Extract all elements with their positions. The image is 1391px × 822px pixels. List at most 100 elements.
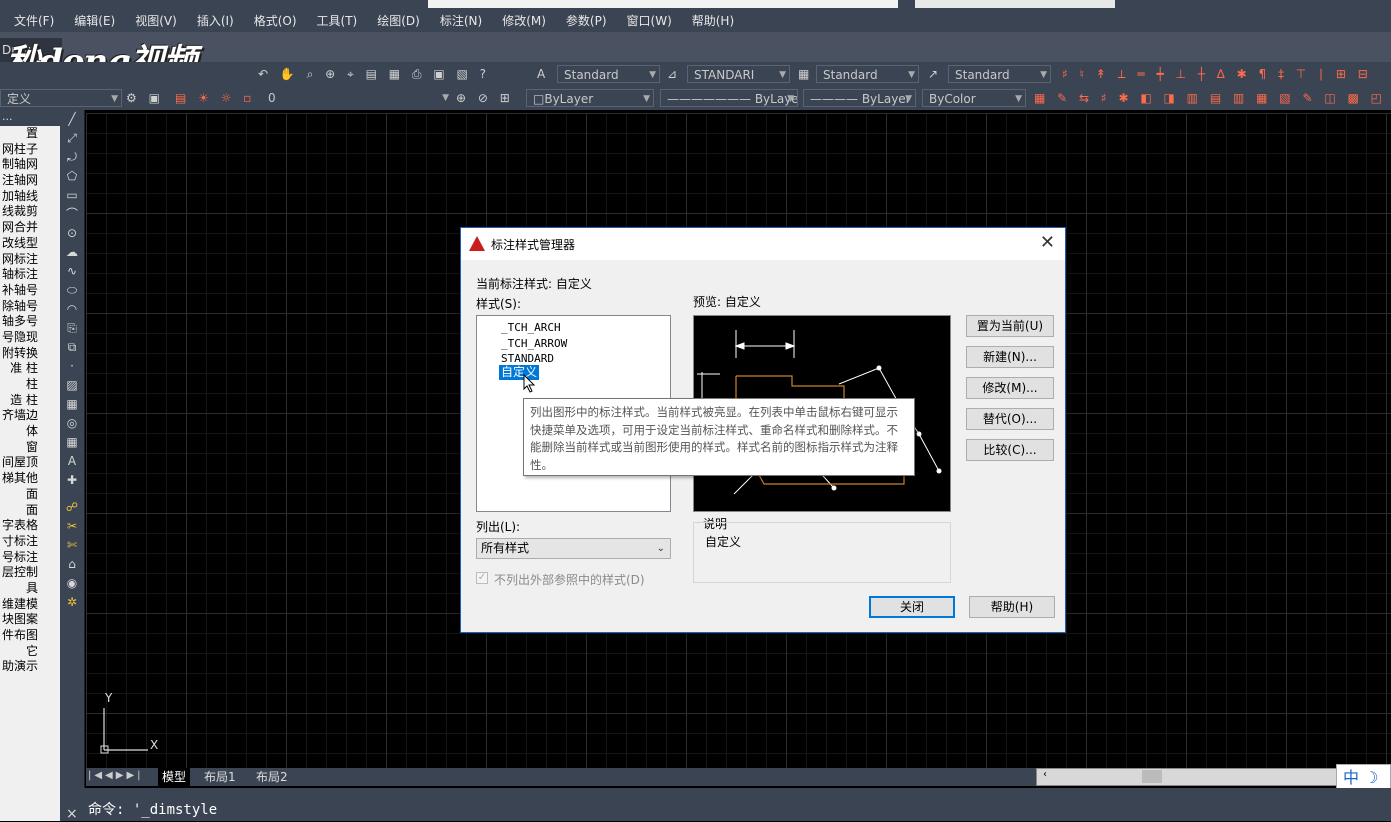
polygon-icon[interactable]: ⬠	[60, 167, 84, 186]
list-item[interactable]: 补轴号	[0, 283, 60, 299]
list-item[interactable]: 块图案	[0, 612, 60, 628]
command-line[interactable]: × 命令: '_dimstyle	[62, 788, 1391, 822]
ellipse-icon[interactable]: ⬭	[60, 281, 84, 300]
menu-format[interactable]: 格式(O)	[254, 12, 297, 29]
tab-layout2[interactable]: 布局2	[252, 768, 292, 786]
list-item[interactable]: 除轴号	[0, 299, 60, 315]
list-item[interactable]: 字表格	[0, 518, 60, 534]
insert-block-icon[interactable]: ⎘	[60, 319, 84, 338]
layer-select[interactable]: 0 ▼	[262, 89, 452, 107]
color-select[interactable]: □ByLayer ▼	[526, 89, 654, 107]
dimension-tools-icons[interactable]: ♯ ♮ ↟ ⟂ ═ ┿ ⊥ ┼ ∆ ✱ ¶ ‡ ⊤ ∣ ⊞ ⊟	[1062, 65, 1391, 83]
menu-help[interactable]: 帮助(H)	[692, 12, 734, 29]
title-help-search[interactable]	[915, 0, 1115, 8]
menu-view[interactable]: 视图(V)	[135, 12, 177, 29]
region-icon[interactable]: ◎	[60, 414, 84, 433]
scroll-left-icon[interactable]: ‹	[1043, 769, 1047, 780]
list-item[interactable]: 网标注	[0, 252, 60, 268]
list-item[interactable]: 具	[0, 581, 60, 597]
list-item[interactable]: 号隐现	[0, 330, 60, 346]
exclude-xref-checkbox[interactable]: ✓	[476, 572, 488, 584]
list-item[interactable]: 柱	[0, 377, 60, 393]
compare-style-button[interactable]: 比较(C)...	[966, 439, 1054, 461]
tab-layout1[interactable]: 布局1	[200, 768, 240, 786]
make-block-icon[interactable]: ⧉	[60, 338, 84, 357]
menu-file[interactable]: 文件(F)	[14, 12, 54, 29]
list-item[interactable]: 层控制	[0, 565, 60, 581]
gradient-icon[interactable]: ▦	[60, 395, 84, 414]
list-item[interactable]: 维建模	[0, 597, 60, 613]
list-item[interactable]: 寸标注	[0, 534, 60, 550]
workspace-settings-icon[interactable]: ⚙ ▣	[126, 89, 170, 107]
modify-style-button[interactable]: 修改(M)...	[966, 377, 1054, 399]
lineweight-select[interactable]: ———— ByLayer ▼	[803, 89, 916, 107]
list-item[interactable]: 轴多号	[0, 314, 60, 330]
layer-state-icons[interactable]: ▤ ☀ ☼ ▫ ⊡ ▢	[175, 89, 265, 107]
standard-tools-icons[interactable]: ↶ ✋ ⌕ ⊕ ⌖ ▤ ▦ ⎙ ▣ ▧ ?	[258, 65, 528, 83]
close-button[interactable]: 关闭	[869, 596, 955, 618]
rectangle-icon[interactable]: ▭	[60, 186, 84, 205]
list-item[interactable]: 制轴网	[0, 157, 60, 173]
tangent-tools-icons[interactable]: ▦ ✎ ⇆ ♯ ✱ ◧ ◨ ▥ ▤ ▥ ▦ ▧ ✎ ◫ ▩ ◰	[1034, 89, 1391, 107]
scrollbar-thumb[interactable]	[1142, 770, 1162, 783]
list-item[interactable]: 梯其他	[0, 471, 60, 487]
horizontal-scrollbar[interactable]: ‹	[1036, 768, 1338, 786]
list-item[interactable]: 网合并	[0, 220, 60, 236]
arc-icon[interactable]: ⌒	[60, 205, 84, 224]
list-item[interactable]: 造 柱	[0, 393, 60, 409]
menu-dimension[interactable]: 标注(N)	[440, 12, 482, 29]
list-item[interactable]: _TCH_ARCH	[499, 320, 563, 335]
hatch-icon[interactable]: ▨	[60, 376, 84, 395]
menu-draw[interactable]: 绘图(D)	[377, 12, 420, 29]
polyline-icon[interactable]: ⤾	[60, 148, 84, 167]
list-item[interactable]: 助演示	[0, 659, 60, 675]
list-item[interactable]: 齐墙边	[0, 408, 60, 424]
xline-icon[interactable]: ⤢	[60, 129, 84, 148]
menu-modify[interactable]: 修改(M)	[502, 12, 546, 29]
list-item[interactable]: 加轴线	[0, 189, 60, 205]
point-icon[interactable]: ·	[60, 357, 84, 376]
menu-parametric[interactable]: 参数(P)	[566, 12, 607, 29]
menu-edit[interactable]: 编辑(E)	[74, 12, 115, 29]
ellipse-arc-icon[interactable]: ◠	[60, 300, 84, 319]
new-style-button[interactable]: 新建(N)...	[966, 346, 1054, 368]
circle-icon[interactable]: ⊙	[60, 224, 84, 243]
menu-insert[interactable]: 插入(I)	[197, 12, 234, 29]
list-item[interactable]: 面	[0, 487, 60, 503]
multileader-style-select[interactable]: Standard ▼	[948, 65, 1051, 83]
plotstyle-select[interactable]: ByColor ▼	[922, 89, 1026, 107]
tab-model[interactable]: 模型	[158, 768, 191, 786]
layer-tools-icons[interactable]: ⊕ ⊘ ⊞	[456, 89, 522, 107]
tool-palette-icon-2[interactable]: ✂	[60, 517, 84, 536]
text-style-select[interactable]: Standard ▼	[557, 65, 660, 83]
list-item[interactable]: 置	[0, 126, 60, 142]
workspace-select[interactable]: 定义 ▼	[0, 89, 122, 107]
set-current-button[interactable]: 置为当前(U)	[966, 315, 1054, 337]
list-filter-select[interactable]: 所有样式 ⌄	[476, 538, 671, 559]
tool-palette-icon-4[interactable]: ⌂	[60, 555, 84, 574]
list-item[interactable]: 件布图	[0, 628, 60, 644]
tool-palette-icon-3[interactable]: ✄	[60, 536, 84, 555]
override-style-button[interactable]: 替代(O)...	[966, 408, 1054, 430]
list-item[interactable]: 线裁剪	[0, 204, 60, 220]
table-icon[interactable]: ▦	[60, 433, 84, 452]
close-icon[interactable]: ✕	[1040, 232, 1055, 253]
list-item[interactable]: 体	[0, 424, 60, 440]
list-item[interactable]: 它	[0, 644, 60, 660]
tool-palette-icon-5[interactable]: ◉	[60, 574, 84, 593]
list-item[interactable]: 号标注	[0, 550, 60, 566]
menu-window[interactable]: 窗口(W)	[627, 12, 672, 29]
revcloud-icon[interactable]: ☁	[60, 243, 84, 262]
list-item[interactable]: 网柱子	[0, 142, 60, 158]
list-item[interactable]: 改线型	[0, 236, 60, 252]
list-item[interactable]: 窗	[0, 440, 60, 456]
menu-tools[interactable]: 工具(T)	[317, 12, 358, 29]
list-item[interactable]: 轴标注	[0, 267, 60, 283]
table-style-select[interactable]: Standard ▼	[816, 65, 919, 83]
spline-icon[interactable]: ∿	[60, 262, 84, 281]
list-item[interactable]: STANDARD	[499, 351, 556, 366]
dim-style-select[interactable]: STANDARI ▼	[687, 65, 790, 83]
add-selected-icon[interactable]: ✚	[60, 471, 84, 490]
close-icon[interactable]: ×	[66, 806, 78, 822]
list-item[interactable]: _TCH_ARROW	[499, 336, 569, 351]
